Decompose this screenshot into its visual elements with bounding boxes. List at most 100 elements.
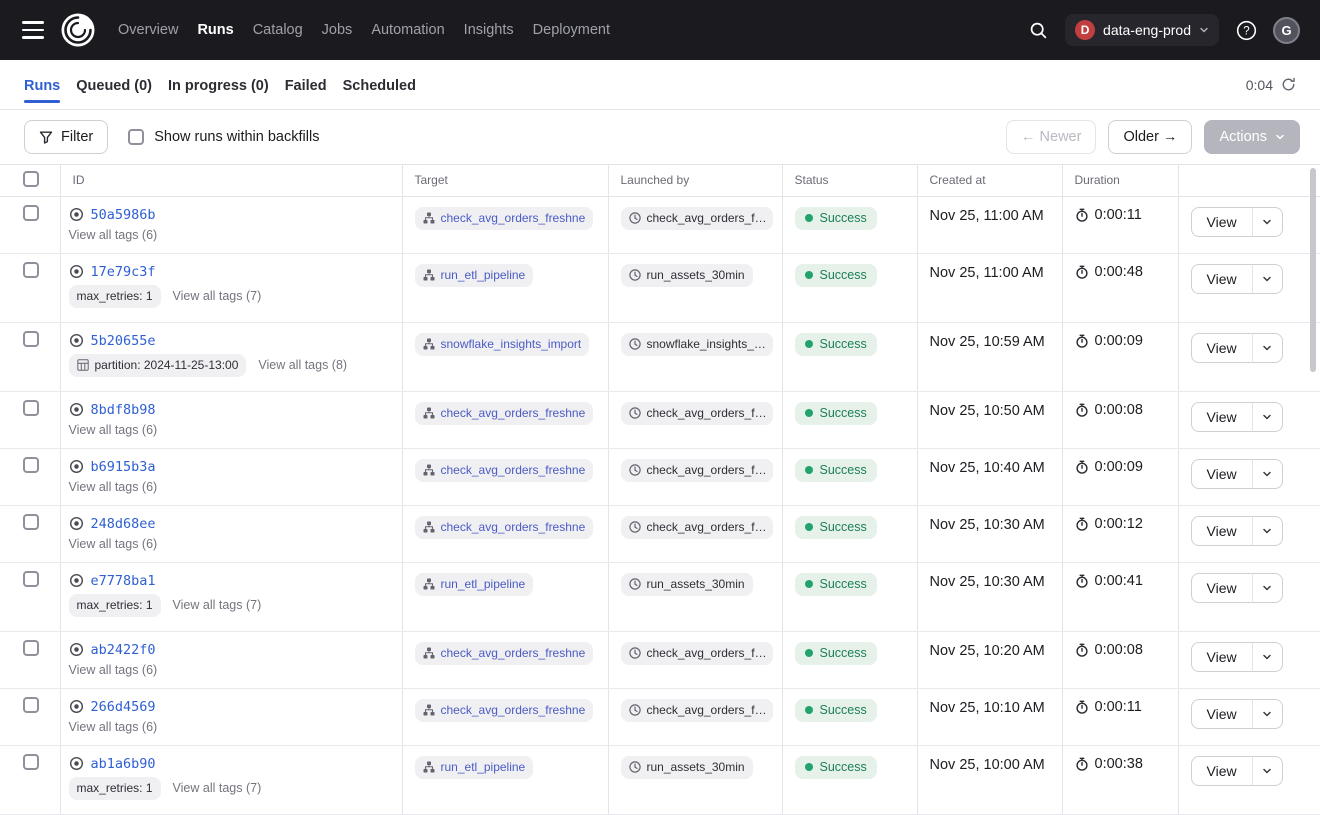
run-id-link[interactable]: 50a5986b (91, 207, 156, 223)
select-all-checkbox[interactable] (23, 171, 39, 187)
target-chip[interactable]: check_avg_orders_freshne (415, 699, 594, 722)
view-dropdown-button[interactable] (1252, 459, 1283, 489)
tag-chip[interactable]: max_retries: 1 (69, 285, 161, 308)
tab-in-progress-0[interactable]: In progress (0) (168, 63, 269, 107)
view-all-tags-link[interactable]: View all tags (6) (69, 720, 158, 734)
run-id-link[interactable]: 5b20655e (91, 333, 156, 349)
tab-scheduled[interactable]: Scheduled (343, 63, 416, 107)
tag-chip[interactable]: max_retries: 1 (69, 594, 161, 617)
older-button[interactable]: Older → (1108, 120, 1192, 154)
tab-failed[interactable]: Failed (285, 63, 327, 107)
nav-item-catalog[interactable]: Catalog (253, 22, 303, 38)
view-button[interactable]: View (1191, 699, 1253, 729)
row-checkbox[interactable] (23, 400, 39, 416)
backfills-toggle[interactable]: Show runs within backfills (128, 129, 319, 145)
view-dropdown-button[interactable] (1252, 756, 1283, 786)
launched-by-chip[interactable]: check_avg_orders_f… (621, 459, 773, 482)
launched-by-chip[interactable]: check_avg_orders_f… (621, 402, 773, 425)
nav-item-runs[interactable]: Runs (197, 22, 233, 38)
dagster-logo-icon[interactable] (60, 12, 96, 48)
actions-button[interactable]: Actions (1204, 120, 1300, 154)
launched-by-chip[interactable]: run_assets_30min (621, 756, 753, 779)
view-all-tags-link[interactable]: View all tags (6) (69, 423, 158, 437)
view-button[interactable]: View (1191, 207, 1253, 237)
avatar[interactable]: G (1273, 17, 1300, 44)
launched-by-chip[interactable]: check_avg_orders_f… (621, 699, 773, 722)
target-chip[interactable]: check_avg_orders_freshne (415, 207, 594, 230)
view-all-tags-link[interactable]: View all tags (7) (173, 289, 262, 303)
launched-by-chip[interactable]: check_avg_orders_f… (621, 642, 773, 665)
view-dropdown-button[interactable] (1252, 642, 1283, 672)
target-chip[interactable]: check_avg_orders_freshne (415, 402, 594, 425)
run-id-link[interactable]: 266d4569 (91, 699, 156, 715)
target-chip[interactable]: check_avg_orders_freshne (415, 459, 594, 482)
launched-by-chip[interactable]: check_avg_orders_f… (621, 207, 773, 230)
view-all-tags-link[interactable]: View all tags (6) (69, 663, 158, 677)
nav-item-automation[interactable]: Automation (371, 22, 444, 38)
row-checkbox[interactable] (23, 754, 39, 770)
nav-item-deployment[interactable]: Deployment (533, 22, 610, 38)
view-button[interactable]: View (1191, 642, 1253, 672)
row-checkbox[interactable] (23, 262, 39, 278)
run-id-link[interactable]: 8bdf8b98 (91, 402, 156, 418)
nav-item-insights[interactable]: Insights (464, 22, 514, 38)
launched-by-chip[interactable]: snowflake_insights_… (621, 333, 773, 356)
tab-queued-0[interactable]: Queued (0) (76, 63, 152, 107)
row-checkbox[interactable] (23, 697, 39, 713)
scrollbar[interactable] (1310, 168, 1316, 372)
launched-by-chip[interactable]: run_assets_30min (621, 264, 753, 287)
backfills-checkbox[interactable] (128, 129, 144, 145)
run-id-link[interactable]: b6915b3a (91, 459, 156, 475)
view-all-tags-link[interactable]: View all tags (8) (258, 358, 347, 372)
nav-item-jobs[interactable]: Jobs (322, 22, 353, 38)
view-button[interactable]: View (1191, 573, 1253, 603)
row-checkbox[interactable] (23, 640, 39, 656)
view-dropdown-button[interactable] (1252, 402, 1283, 432)
view-all-tags-link[interactable]: View all tags (6) (69, 228, 158, 242)
view-all-tags-link[interactable]: View all tags (6) (69, 537, 158, 551)
row-checkbox[interactable] (23, 514, 39, 530)
view-button[interactable]: View (1191, 333, 1253, 363)
filter-button[interactable]: Filter (24, 120, 108, 154)
view-dropdown-button[interactable] (1252, 573, 1283, 603)
row-checkbox[interactable] (23, 457, 39, 473)
target-chip[interactable]: run_etl_pipeline (415, 756, 534, 779)
view-all-tags-link[interactable]: View all tags (7) (173, 781, 262, 795)
view-button[interactable]: View (1191, 264, 1253, 294)
row-checkbox[interactable] (23, 571, 39, 587)
tab-runs[interactable]: Runs (24, 63, 60, 107)
view-button[interactable]: View (1191, 459, 1253, 489)
tag-chip[interactable]: partition: 2024-11-25-13:00 (69, 354, 247, 377)
view-dropdown-button[interactable] (1252, 516, 1283, 546)
newer-button[interactable]: ← Newer (1006, 120, 1096, 154)
row-checkbox[interactable] (23, 205, 39, 221)
view-dropdown-button[interactable] (1252, 264, 1283, 294)
row-checkbox[interactable] (23, 331, 39, 347)
run-id-link[interactable]: 17e79c3f (91, 264, 156, 280)
view-button[interactable]: View (1191, 402, 1253, 432)
menu-icon[interactable] (16, 15, 50, 45)
view-dropdown-button[interactable] (1252, 699, 1283, 729)
run-id-link[interactable]: ab1a6b90 (91, 756, 156, 772)
target-chip[interactable]: run_etl_pipeline (415, 573, 534, 596)
view-all-tags-link[interactable]: View all tags (7) (173, 598, 262, 612)
deployment-switcher[interactable]: D data-eng-prod (1065, 14, 1219, 46)
run-id-link[interactable]: e7778ba1 (91, 573, 156, 589)
launched-by-chip[interactable]: run_assets_30min (621, 573, 753, 596)
run-id-link[interactable]: ab2422f0 (91, 642, 156, 658)
view-all-tags-link[interactable]: View all tags (6) (69, 480, 158, 494)
target-chip[interactable]: check_avg_orders_freshne (415, 642, 594, 665)
target-chip[interactable]: check_avg_orders_freshne (415, 516, 594, 539)
view-dropdown-button[interactable] (1252, 333, 1283, 363)
refresh-icon[interactable] (1281, 77, 1296, 92)
view-button[interactable]: View (1191, 756, 1253, 786)
help-icon[interactable]: ? (1229, 13, 1263, 47)
view-button[interactable]: View (1191, 516, 1253, 546)
nav-item-overview[interactable]: Overview (118, 22, 178, 38)
view-dropdown-button[interactable] (1252, 207, 1283, 237)
target-chip[interactable]: snowflake_insights_import (415, 333, 590, 356)
target-chip[interactable]: run_etl_pipeline (415, 264, 534, 287)
run-id-link[interactable]: 248d68ee (91, 516, 156, 532)
search-icon[interactable] (1021, 13, 1055, 47)
tag-chip[interactable]: max_retries: 1 (69, 777, 161, 800)
